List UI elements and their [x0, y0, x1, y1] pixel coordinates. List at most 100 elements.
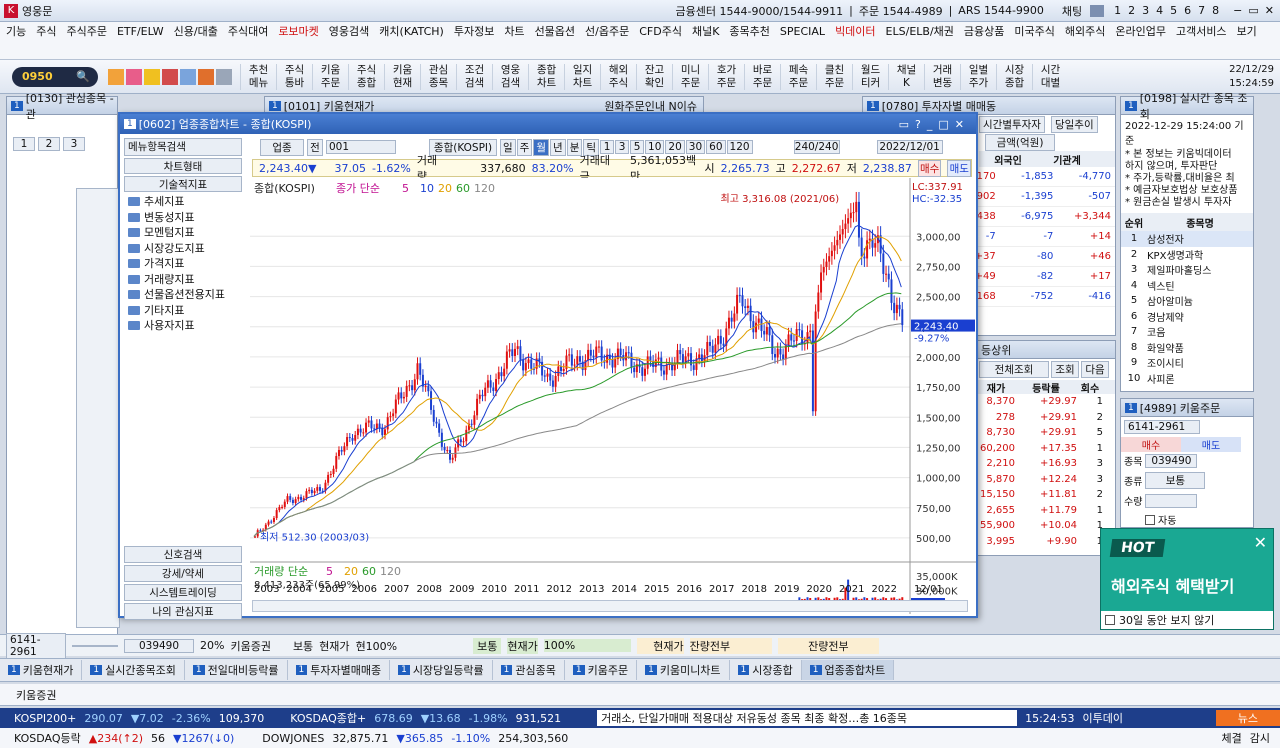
menu-item[interactable]: 주식대여: [228, 25, 268, 38]
chat-button[interactable]: 채팅: [1062, 3, 1082, 19]
list-item[interactable]: 4 넥스틴: [1121, 278, 1253, 294]
toolbar-button[interactable]: 주식 통바: [276, 63, 312, 90]
monitor-icon[interactable]: [198, 68, 214, 85]
list-item[interactable]: 6 경남제약: [1121, 309, 1253, 325]
code-input[interactable]: 001: [326, 140, 396, 154]
indicator-folder[interactable]: 사용자지표: [124, 318, 242, 334]
sell-tab[interactable]: 매도: [1181, 436, 1241, 452]
left-menu-button[interactable]: 나의 관심지표: [124, 603, 242, 620]
indicator-folder[interactable]: 추세지표: [124, 194, 242, 210]
table-row[interactable]: 8,730 +29.91 5: [977, 425, 1115, 441]
quantity-input[interactable]: [1145, 493, 1198, 508]
list-item[interactable]: 1 삼성전자: [1121, 231, 1253, 247]
menu-item[interactable]: 신용/대출: [174, 25, 218, 38]
window-tab[interactable]: 1 키움미니차트: [637, 660, 730, 680]
window-tab[interactable]: 1 시장종합: [730, 660, 802, 680]
indicator-folder[interactable]: 기타지표: [124, 303, 242, 319]
period-button[interactable]: 주: [516, 138, 533, 156]
dismiss-checkbox[interactable]: [1105, 615, 1115, 625]
toolbar-button[interactable]: 호가 주문: [708, 63, 744, 90]
toolbar-button[interactable]: 채널 K: [888, 63, 924, 90]
tab-daily-trend[interactable]: 당일추이: [1050, 115, 1098, 133]
buy-tab[interactable]: 매수: [1121, 436, 1181, 452]
menu-item[interactable]: 채널K: [692, 25, 719, 38]
next-button[interactable]: 다음: [1081, 361, 1109, 378]
menu-item[interactable]: 투자정보: [454, 25, 494, 38]
toolbar-button[interactable]: 거래 변동: [924, 63, 960, 90]
tech-indicator-header[interactable]: 기술적지표: [124, 176, 242, 192]
menu-item[interactable]: 차트: [504, 25, 524, 38]
menu-item[interactable]: 선/옵주문: [585, 25, 629, 38]
list-item[interactable]: 10 사피론: [1121, 371, 1253, 387]
menu-item[interactable]: 고객서비스: [1176, 25, 1227, 38]
window-tab[interactable]: 1 투자자별매매종: [288, 660, 391, 680]
toolbar-button[interactable]: 시장 종합: [996, 63, 1032, 90]
toolbar-button[interactable]: 추천 메뉴: [240, 63, 276, 90]
indicator-folder[interactable]: 거래량지표: [124, 272, 242, 288]
toolbar-button[interactable]: 클친 주문: [816, 63, 852, 90]
table-row[interactable]: 55,900 +10.04 1: [977, 518, 1115, 534]
filter-select[interactable]: 전체조회: [979, 361, 1049, 378]
quick-icons[interactable]: [108, 68, 232, 85]
end-date-field[interactable]: 2022/12/01: [876, 140, 943, 154]
menu-item[interactable]: 미국주식: [1014, 25, 1054, 38]
indicator-search-input[interactable]: 메뉴항목검색: [124, 138, 242, 156]
table-row[interactable]: 15,150 +11.81 2: [977, 487, 1115, 503]
count-field[interactable]: 240/240: [793, 140, 840, 154]
auto-checkbox[interactable]: [1145, 514, 1155, 525]
menu-item[interactable]: 해외주식: [1065, 25, 1105, 38]
menu-item[interactable]: 선물옵션: [535, 25, 575, 38]
table-row[interactable]: 2,655 +11.79 1: [977, 503, 1115, 519]
period-button[interactable]: 월: [533, 138, 550, 156]
list-item[interactable]: 7 코음: [1121, 324, 1253, 340]
indicator-folder[interactable]: 시장강도지표: [124, 241, 242, 257]
quick-icon[interactable]: [108, 68, 124, 85]
toolbar-button[interactable]: 일지 차트: [564, 63, 600, 90]
minimize-icon[interactable]: −: [1233, 4, 1242, 17]
list-item[interactable]: 5 삼아알미늄: [1121, 293, 1253, 309]
home-icon[interactable]: [1090, 4, 1105, 17]
menu-item[interactable]: SPECIAL: [780, 25, 825, 38]
table-row[interactable]: 2,210 +16.93 3: [977, 456, 1115, 472]
promo-popup[interactable]: HOT ✕ 해외주식 혜택받기 30일 동안 보지 않기: [1100, 528, 1274, 630]
indicator-folder[interactable]: 선물옵션전용지표: [124, 287, 242, 303]
toolbar-button[interactable]: 잔고 확인: [636, 63, 672, 90]
account-field[interactable]: 6141-2961: [1124, 420, 1200, 434]
toolbar-button[interactable]: 해외 주식: [600, 63, 636, 90]
period-button[interactable]: 60: [706, 140, 726, 154]
toolbar-button[interactable]: 영웅 검색: [492, 63, 528, 90]
unit-select[interactable]: 금액(억원): [985, 133, 1055, 151]
tab-2[interactable]: 2: [38, 137, 60, 151]
menu-item[interactable]: 캐치(KATCH): [379, 25, 444, 38]
toolbar-button[interactable]: 관심 종목: [420, 63, 456, 90]
list-item[interactable]: 2 KPX생명과학: [1121, 247, 1253, 263]
account-select[interactable]: 6141-2961: [6, 632, 66, 659]
gear-icon[interactable]: [216, 68, 232, 85]
tab-3[interactable]: 3: [63, 137, 85, 151]
indicator-folder[interactable]: 모멘텀지표: [124, 225, 242, 241]
toolbar-button[interactable]: 종합 차트: [528, 63, 564, 90]
table-row[interactable]: 8,370 +29.97 1: [977, 394, 1115, 410]
account-select[interactable]: 0950 🔍: [12, 66, 98, 87]
quick-icon[interactable]: [126, 68, 142, 85]
toolbar-button[interactable]: 시간 대별: [1032, 63, 1068, 90]
chart-type-header[interactable]: 차트형태: [124, 158, 242, 174]
tab-1[interactable]: 1: [13, 137, 35, 151]
query-button[interactable]: 조회: [1051, 361, 1079, 378]
menu-item[interactable]: 로보마켓: [278, 25, 318, 38]
price-chart[interactable]: 3,000,002,750,002,500,002,250,002,000,00…: [250, 178, 976, 614]
period-button[interactable]: 년: [550, 138, 566, 156]
menu-item[interactable]: CFD주식: [639, 25, 682, 38]
window-tab[interactable]: 1 키움현재가: [0, 660, 83, 680]
chart-scrollbar[interactable]: [252, 600, 968, 612]
menu-item[interactable]: 빅데이터: [835, 25, 875, 38]
indicator-folder[interactable]: 가격지표: [124, 256, 242, 272]
table-row[interactable]: 60,200 +17.35 1: [977, 441, 1115, 457]
close-icon[interactable]: ✕: [1265, 4, 1274, 17]
left-menu-button[interactable]: 시스템트레이딩: [124, 584, 242, 601]
page-switcher[interactable]: 12345678: [1114, 4, 1219, 17]
table-row[interactable]: 278 +29.91 2: [977, 410, 1115, 426]
quick-icon[interactable]: [180, 68, 196, 85]
toolbar-button[interactable]: 키움 주문: [312, 63, 348, 90]
monitor-button[interactable]: 감시: [1250, 730, 1270, 746]
